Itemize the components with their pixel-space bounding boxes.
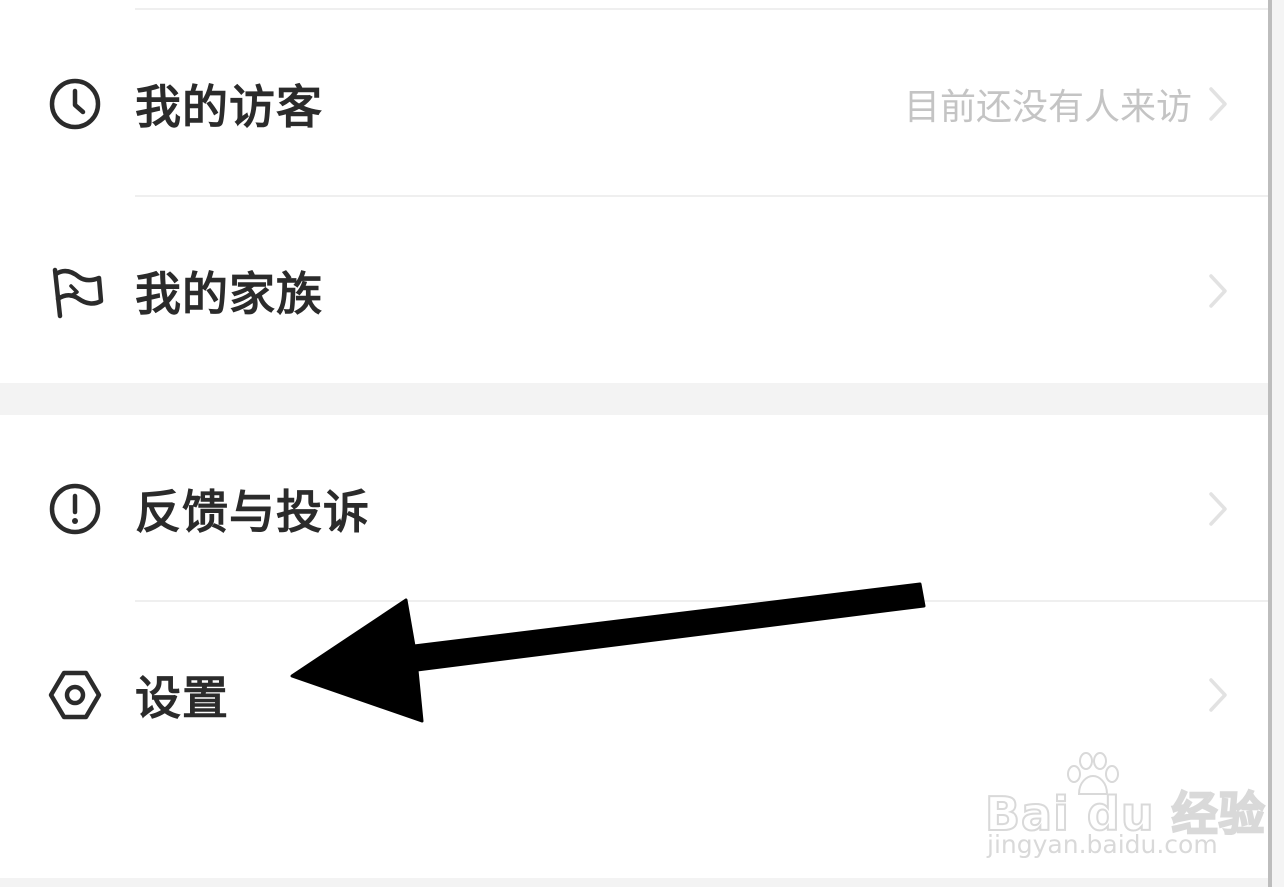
menu-item-label: 设置	[135, 670, 229, 725]
watermark-url: jingyan.baidu.com	[987, 830, 1218, 859]
window-right-edge	[1268, 0, 1284, 887]
chevron-right-icon	[1209, 491, 1227, 526]
menu-item-visitors[interactable]: 我的访客 目前还没有人来访	[0, 11, 1268, 196]
chevron-right-icon	[1209, 677, 1227, 712]
menu-screen: 我的访客 目前还没有人来访 我的家族 反馈与投诉 设置 Bai du 经验 ji…	[0, 0, 1268, 887]
top-divider	[135, 8, 1268, 10]
visitors-status: 目前还没有人来访	[903, 86, 1192, 128]
chevron-right-icon	[1209, 86, 1227, 121]
flag-icon	[52, 267, 104, 318]
baidu-jingyan-watermark: Bai du 经验 jingyan.baidu.com	[984, 750, 1266, 865]
edge-line	[1268, 0, 1272, 887]
menu-item-family[interactable]: 我的家族	[0, 198, 1268, 383]
gear-icon	[48, 670, 102, 719]
menu-item-label: 我的访客	[135, 79, 323, 134]
row-divider	[135, 195, 1268, 197]
bottom-separator	[0, 878, 1268, 887]
menu-item-feedback[interactable]: 反馈与投诉	[0, 416, 1268, 601]
chevron-right-icon	[1209, 273, 1227, 308]
clock-icon	[49, 78, 101, 129]
section-separator	[0, 383, 1268, 415]
menu-item-label: 反馈与投诉	[135, 484, 370, 539]
alert-circle-icon	[49, 483, 101, 534]
menu-item-label: 我的家族	[135, 266, 323, 321]
